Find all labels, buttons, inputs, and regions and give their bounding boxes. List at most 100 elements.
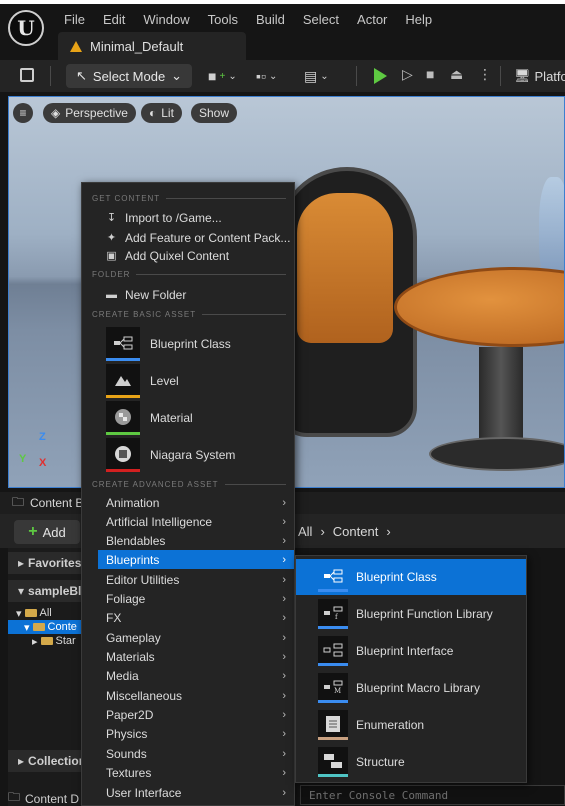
show-button[interactable]: Show xyxy=(191,103,238,123)
blueprint-macro-library-item[interactable]: M Blueprint Macro Library xyxy=(296,670,526,706)
toolbar-separator xyxy=(356,66,357,86)
title-bar: U File Edit Window Tools Build Select Ac… xyxy=(0,4,565,60)
hamburger-menu-icon[interactable]: ≡ xyxy=(13,103,33,123)
toolbar-separator xyxy=(50,66,51,86)
submenu-textures[interactable]: Textures › xyxy=(98,763,294,782)
enumeration-icon xyxy=(318,710,348,740)
breadcrumb-all[interactable]: All xyxy=(298,524,312,539)
folder-icon xyxy=(40,637,53,645)
chevron-right-icon: › xyxy=(282,708,286,721)
level-menu-item[interactable]: Level xyxy=(106,364,179,398)
submenu-animation[interactable]: Animation › xyxy=(98,493,294,512)
menu-build[interactable]: Build xyxy=(256,8,295,31)
tree-item-starter[interactable]: ▸ Star xyxy=(8,634,92,648)
import-menu-item[interactable]: ↧ Import to /Game... xyxy=(106,209,222,227)
submenu-blendables[interactable]: Blendables › xyxy=(98,531,294,550)
menu-item-label: Sounds xyxy=(106,746,147,761)
new-folder-menu-item[interactable]: ▬ New Folder xyxy=(106,286,186,304)
platforms-button[interactable]: 🖥 Platfo xyxy=(514,68,565,84)
favorites-header[interactable]: ▸ Favorites xyxy=(8,552,92,574)
add-label: Add xyxy=(42,524,66,540)
chevron-right-icon: › xyxy=(282,534,286,547)
niagara-system-menu-item[interactable]: Niagara System xyxy=(106,438,235,472)
submenu-user-interface[interactable]: User Interface › xyxy=(98,783,294,802)
level-icon xyxy=(106,364,140,398)
blueprint-class-icon xyxy=(106,327,140,361)
blueprint-class-item[interactable]: Blueprint Class xyxy=(296,559,526,595)
add-button[interactable]: + Add xyxy=(14,520,80,544)
expand-arrow-icon: ▾ xyxy=(24,621,30,634)
menu-select[interactable]: Select xyxy=(303,8,349,31)
material-menu-item[interactable]: Material xyxy=(106,401,193,435)
niagara-system-icon xyxy=(106,438,140,472)
lit-button[interactable]: ◐ Lit xyxy=(141,103,182,123)
folder-icon xyxy=(32,623,45,631)
unreal-logo[interactable]: U xyxy=(8,10,44,46)
collapse-arrow-icon: ▾ xyxy=(18,584,25,598)
submenu-artificial-intelligence[interactable]: Artificial Intelligence › xyxy=(98,512,294,531)
submenu-physics[interactable]: Physics › xyxy=(98,724,294,743)
submenu-paper2d[interactable]: Paper2D › xyxy=(98,705,294,724)
blueprint-class-menu-item[interactable]: Blueprint Class xyxy=(106,327,231,361)
structure-item[interactable]: Structure xyxy=(296,744,526,780)
svg-text:M: M xyxy=(334,687,341,694)
enumeration-item[interactable]: Enumeration xyxy=(296,707,526,743)
tree-item-all[interactable]: ▾ All xyxy=(8,606,92,620)
content-drawer-tab[interactable]: 🗀 Content D xyxy=(8,788,79,806)
play-icon[interactable] xyxy=(374,68,387,84)
select-mode-button[interactable]: ↖ Select Mode ⌄ xyxy=(66,64,193,88)
collections-header[interactable]: ▸ Collection xyxy=(8,750,92,772)
submenu-editor-utilities[interactable]: Editor Utilities › xyxy=(98,570,294,589)
menu-file[interactable]: File xyxy=(64,8,95,31)
console-input[interactable]: Enter Console Command xyxy=(300,785,565,805)
function-library-icon: f xyxy=(318,599,348,629)
submenu-item-label: Structure xyxy=(356,755,405,769)
tree-item-content[interactable]: ▾ Conte xyxy=(8,620,92,634)
menu-item-label: Editor Utilities xyxy=(106,572,180,587)
step-icon[interactable]: ▷ xyxy=(402,66,413,83)
submenu-gameplay[interactable]: Gameplay › xyxy=(98,628,294,647)
menu-window[interactable]: Window xyxy=(143,8,199,31)
menu-edit[interactable]: Edit xyxy=(103,8,135,31)
level-tab[interactable]: Minimal_Default xyxy=(58,32,246,60)
add-actor-icon[interactable]: ■ + ⌄ xyxy=(208,66,237,86)
submenu-fx[interactable]: FX › xyxy=(98,608,294,627)
project-header[interactable]: ▾ sampleBl xyxy=(8,580,92,602)
menu-item-label: Artificial Intelligence xyxy=(106,514,213,529)
add-feature-menu-item[interactable]: ✦ Add Feature or Content Pack... xyxy=(106,229,291,247)
blueprint-interface-item[interactable]: Blueprint Interface xyxy=(296,633,526,669)
perspective-button[interactable]: ◈ Perspective xyxy=(43,103,136,123)
stop-icon[interactable]: ■ xyxy=(426,66,434,82)
chevron-down-icon: ⌄ xyxy=(171,68,183,83)
menu-item-label: Miscellaneous xyxy=(106,688,183,703)
folder-icon: 🗀 xyxy=(12,494,25,509)
submenu-blueprints[interactable]: Blueprints › xyxy=(98,550,294,569)
save-icon[interactable] xyxy=(20,68,34,82)
eject-icon[interactable]: ⏏ xyxy=(450,66,463,83)
menu-actor[interactable]: Actor xyxy=(357,8,397,31)
menu-tools[interactable]: Tools xyxy=(208,8,248,31)
expand-arrow-icon: ▸ xyxy=(18,754,25,768)
folder-icon: 🗀 xyxy=(8,790,21,804)
more-options-icon[interactable]: ⋮ xyxy=(478,66,492,83)
add-quixel-menu-item[interactable]: ▣ Add Quixel Content xyxy=(106,247,229,265)
submenu-media[interactable]: Media › xyxy=(98,666,294,685)
cinematics-icon[interactable]: ▤ ⌄ xyxy=(304,66,329,86)
quixel-icon: ▣ xyxy=(106,249,117,262)
submenu-miscellaneous[interactable]: Miscellaneous › xyxy=(98,686,294,705)
menu-item-label: Blueprints xyxy=(106,552,160,567)
chevron-right-icon: › xyxy=(282,611,286,624)
chevron-right-icon: › xyxy=(282,515,286,528)
submenu-materials[interactable]: Materials › xyxy=(98,647,294,666)
menu-item-label: Media xyxy=(106,668,139,683)
submenu-item-label: Blueprint Function Library xyxy=(356,607,493,621)
breadcrumb-content[interactable]: Content xyxy=(333,524,379,539)
submenu-foliage[interactable]: Foliage › xyxy=(98,589,294,608)
blueprint-function-library-item[interactable]: f Blueprint Function Library xyxy=(296,596,526,632)
menu-item-label: Animation xyxy=(106,495,160,510)
submenu-sounds[interactable]: Sounds › xyxy=(98,744,294,763)
project-label: sampleBl xyxy=(28,584,82,598)
level-warning-icon xyxy=(70,40,82,52)
blueprint-menu-icon[interactable]: ▪▫ ⌄ xyxy=(256,66,277,86)
menu-help[interactable]: Help xyxy=(405,8,442,31)
